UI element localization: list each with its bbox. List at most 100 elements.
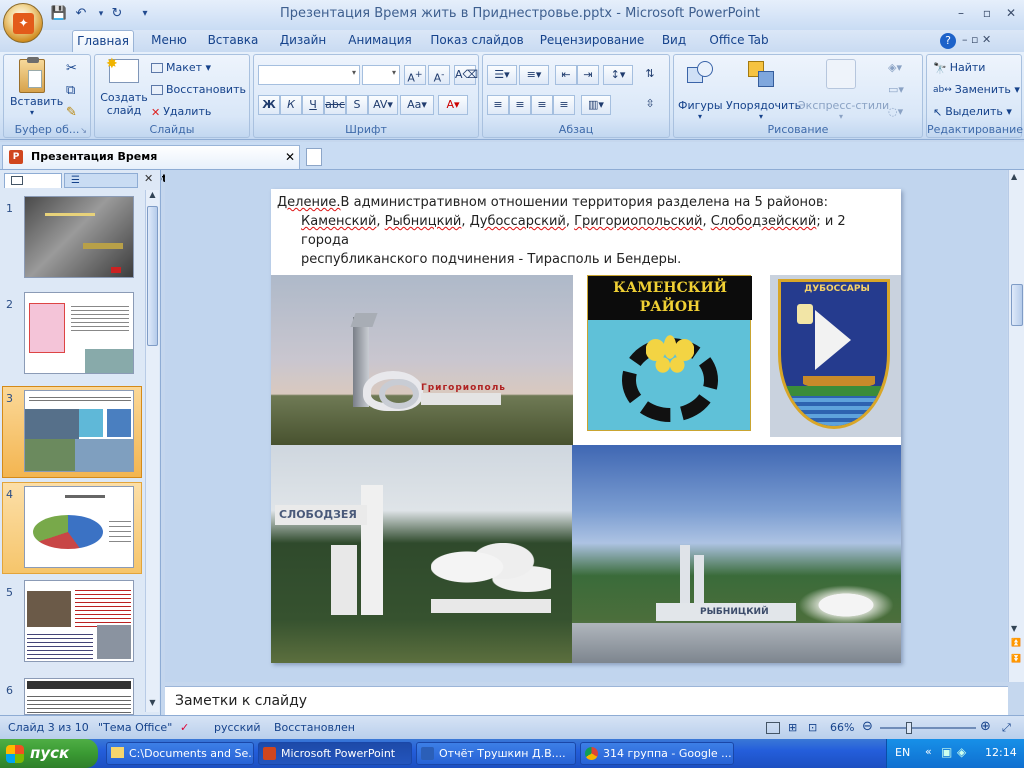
kamenka-emblem[interactable]: КАМЕНСКИЙ РАЙОН (587, 275, 752, 431)
delete-slide-button[interactable]: ✕ Удалить (151, 105, 211, 119)
clear-format-icon[interactable]: A⌫ (454, 65, 478, 85)
justify-icon[interactable]: ≡ (553, 95, 575, 115)
increase-indent-icon[interactable]: ⇥ (577, 65, 599, 85)
previous-slide-icon[interactable]: ⏫ (1011, 638, 1021, 647)
outline-view-tab[interactable]: ☰ (64, 173, 138, 188)
redo-icon[interactable]: ↻ (108, 5, 126, 23)
format-painter-icon[interactable]: ✎ (66, 105, 77, 120)
maximize-button[interactable]: ▫ (976, 4, 998, 22)
slide-thumbnail-1[interactable] (24, 196, 134, 278)
slide-sorter-icon[interactable]: ⊞ (788, 721, 797, 734)
tab-animation[interactable]: Анимация (344, 30, 416, 52)
align-right-icon[interactable]: ≡ (531, 95, 553, 115)
zoom-out-icon[interactable]: ⊖ (862, 719, 873, 734)
slide-thumbnail-3[interactable] (24, 390, 134, 472)
new-slide-button[interactable]: ✸ Создать слайд (99, 56, 149, 117)
scroll-down-icon[interactable]: ▼ (1011, 624, 1017, 633)
align-left-icon[interactable]: ≡ (487, 95, 509, 115)
paste-button[interactable]: Вставить ▾ (10, 57, 63, 117)
document-tab[interactable]: P Презентация Время ...Приднестровье.ppt… (2, 145, 300, 185)
bold-icon[interactable]: Ж (258, 95, 280, 115)
next-slide-icon[interactable]: ⏬ (1011, 654, 1021, 663)
minimize-button[interactable]: – (950, 4, 972, 22)
columns-icon[interactable]: ▥▾ (581, 95, 611, 115)
clipboard-launcher-icon[interactable]: ↘ (80, 126, 87, 135)
arrange-button[interactable]: Упорядочить ▾ (726, 59, 801, 121)
tab-glavnaya[interactable]: Главная (72, 30, 134, 52)
theme-name[interactable]: "Тема Office" (98, 721, 172, 734)
notes-pane[interactable]: Заметки к слайду (165, 686, 1008, 715)
scroll-up-icon[interactable]: ▲ (146, 190, 159, 204)
layout-button[interactable]: Макет ▾ (151, 61, 211, 74)
slide-thumbnail-5[interactable] (24, 580, 134, 662)
close-tab-icon[interactable]: ✕ (285, 146, 295, 168)
reset-button[interactable]: Восстановить (151, 83, 246, 96)
align-center-icon[interactable]: ≡ (509, 95, 531, 115)
zoom-slider-thumb[interactable] (906, 722, 912, 734)
tab-review[interactable]: Рецензирование (538, 30, 646, 52)
decrease-indent-icon[interactable]: ⇤ (555, 65, 577, 85)
slide-3[interactable]: Деление.В административном отношении тер… (271, 189, 901, 663)
normal-view-icon[interactable] (766, 722, 780, 734)
find-button[interactable]: 🔭 Найти (933, 61, 985, 75)
dubossary-emblem[interactable]: ДУБОССАРЫ (770, 275, 901, 437)
shapes-button[interactable]: Фигуры ▾ (678, 59, 723, 121)
zoom-in-icon[interactable]: ⊕ (980, 719, 991, 734)
slide-thumbnail-2[interactable] (24, 292, 134, 374)
underline-icon[interactable]: Ч (302, 95, 324, 115)
cut-icon[interactable]: ✂ (66, 61, 77, 76)
grow-font-icon[interactable]: A+ (404, 65, 426, 85)
clock[interactable]: 12:14 (985, 746, 1017, 759)
shadow-icon[interactable]: S (346, 95, 368, 115)
scroll-thumb[interactable] (147, 206, 158, 346)
slide-body-text[interactable]: Деление.В административном отношении тер… (277, 193, 897, 269)
taskbar-item-explorer[interactable]: C:\Documents and Se... (106, 742, 254, 765)
customize-qat-icon[interactable]: ▾ (136, 5, 154, 23)
tab-design[interactable]: Дизайн (274, 30, 332, 52)
language-bar[interactable]: EN (895, 746, 910, 759)
office-button[interactable]: ✦ (3, 3, 43, 43)
ribbon-minimize-icon[interactable]: – ▫ ✕ (962, 33, 991, 46)
start-button[interactable]: пуск (0, 739, 98, 768)
shape-fill-icon[interactable]: ◈▾ (888, 61, 902, 74)
align-text-icon[interactable]: ⇳ (639, 95, 661, 115)
slides-view-tab[interactable] (4, 173, 62, 188)
shrink-font-icon[interactable]: A- (428, 65, 450, 85)
slide-thumbnail-4[interactable] (24, 486, 134, 568)
tab-menu[interactable]: Меню (142, 30, 196, 52)
font-size-combo[interactable]: ▾ (362, 65, 400, 85)
taskbar-item-powerpoint[interactable]: Microsoft PowerPoint (258, 742, 412, 765)
line-spacing-icon[interactable]: ↕▾ (603, 65, 633, 85)
select-button[interactable]: ↖ Выделить ▾ (933, 105, 1012, 119)
rybnitsa-photo[interactable]: РЫБНИЦКИЙ (572, 445, 901, 663)
help-icon[interactable]: ? (940, 33, 956, 49)
spellcheck-icon[interactable]: ✓ (180, 721, 189, 734)
numbering-icon[interactable]: ≡▾ (519, 65, 549, 85)
zoom-slider-track[interactable] (880, 727, 976, 729)
char-spacing-icon[interactable]: AV▾ (368, 95, 398, 115)
change-case-icon[interactable]: Aa▾ (400, 95, 434, 115)
tab-office-tab[interactable]: Office Tab (704, 30, 774, 52)
tab-slideshow[interactable]: Показ слайдов (428, 30, 526, 52)
fit-slide-icon[interactable]: ⤢ (1002, 721, 1011, 735)
taskbar-item-chrome[interactable]: 314 группа - Google ... (580, 742, 734, 765)
tab-insert[interactable]: Вставка (204, 30, 262, 52)
shape-effects-icon[interactable]: ◌▾ (888, 105, 903, 118)
text-direction-icon[interactable]: ⇅ (639, 65, 661, 85)
font-name-combo[interactable]: ▾ (258, 65, 360, 85)
replace-button[interactable]: ab↔ Заменить ▾ (933, 83, 1020, 96)
shape-outline-icon[interactable]: ▭▾ (888, 83, 904, 96)
new-tab-icon[interactable] (306, 148, 322, 166)
strike-icon[interactable]: abc (324, 95, 346, 115)
grigoriopol-photo[interactable]: Григориополь (271, 275, 573, 445)
save-icon[interactable]: 💾 (50, 5, 68, 23)
italic-icon[interactable]: К (280, 95, 302, 115)
bullets-icon[interactable]: ☰▾ (487, 65, 517, 85)
scroll-up-icon[interactable]: ▲ (1011, 172, 1017, 181)
slides-pane-scrollbar[interactable]: ▲ ▼ (145, 190, 159, 712)
scroll-thumb[interactable] (1011, 284, 1023, 326)
zoom-level[interactable]: 66% (830, 721, 854, 734)
slide-thumbnail-6[interactable] (24, 678, 134, 715)
taskbar-item-word[interactable]: Отчёт Трушкин Д.В.... (416, 742, 576, 765)
language-indicator[interactable]: русский (214, 721, 261, 734)
